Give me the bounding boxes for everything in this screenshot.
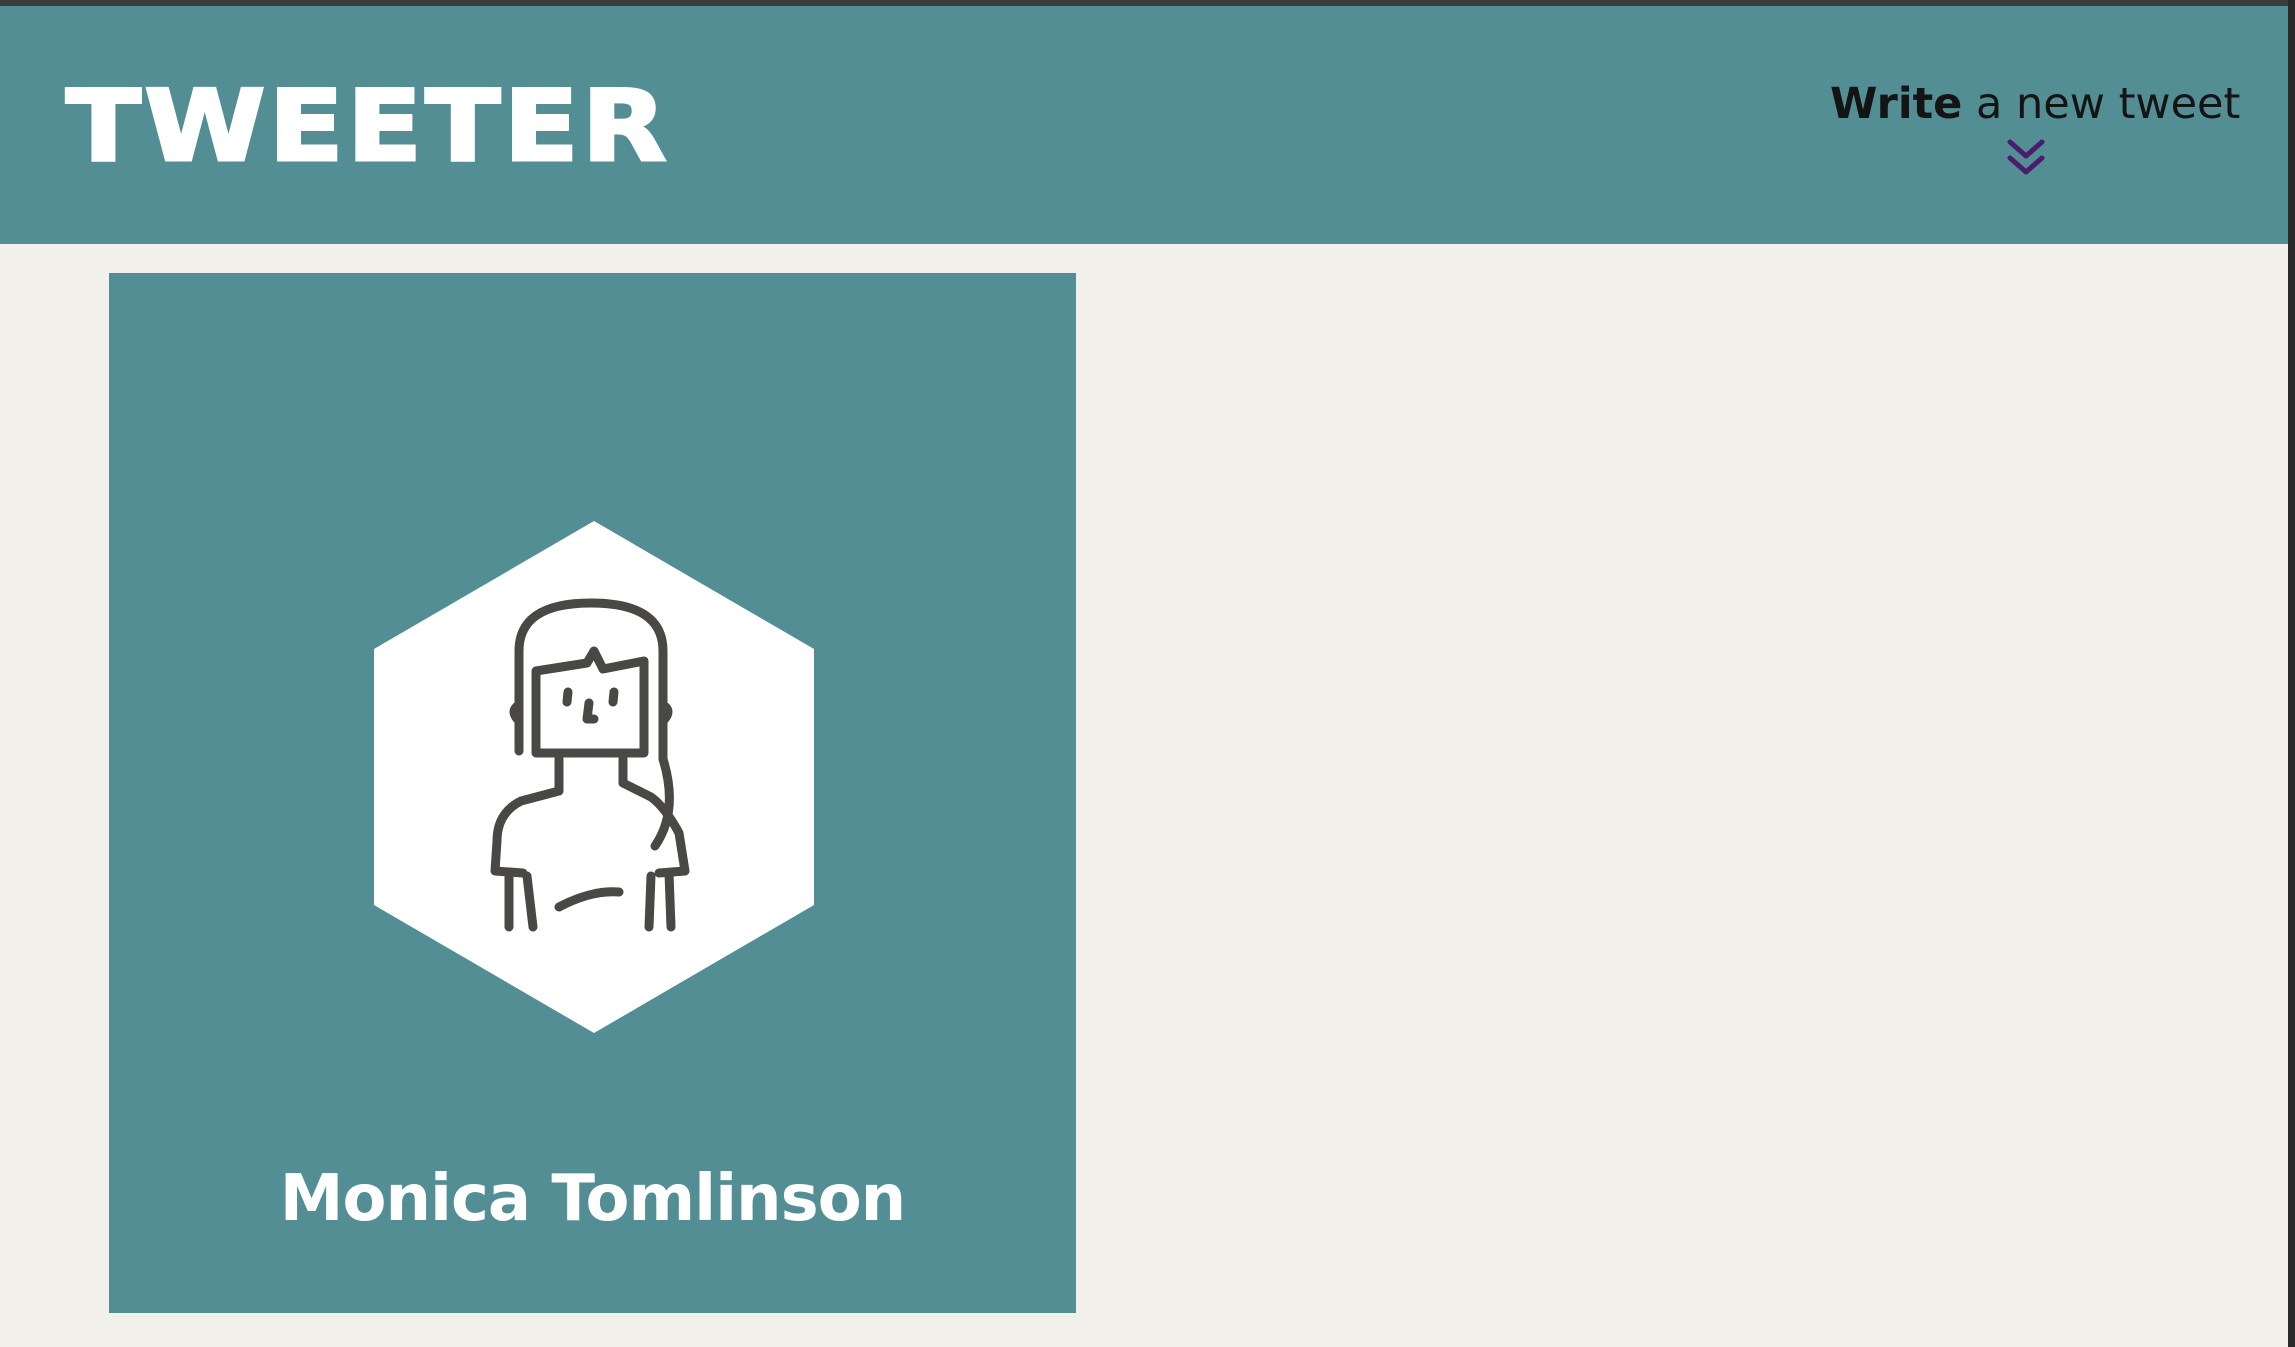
write-label-bold: Write — [1830, 79, 1963, 129]
write-label-rest: a new tweet — [1962, 79, 2241, 129]
double-chevron-down-icon[interactable] — [2006, 136, 2046, 180]
profile-card: Monica Tomlinson — [109, 273, 1076, 1313]
woman-avatar-icon — [374, 521, 814, 1033]
navbar: TWEETER Write a new tweet — [0, 6, 2288, 244]
write-new-tweet-label: Write a new tweet — [1830, 79, 2240, 129]
write-new-tweet-toggle[interactable]: Write a new tweet — [1830, 78, 2240, 180]
window-right-edge — [2288, 0, 2295, 1347]
profile-name: Monica Tomlinson — [279, 1162, 906, 1236]
brand-logo: TWEETER — [64, 70, 670, 184]
